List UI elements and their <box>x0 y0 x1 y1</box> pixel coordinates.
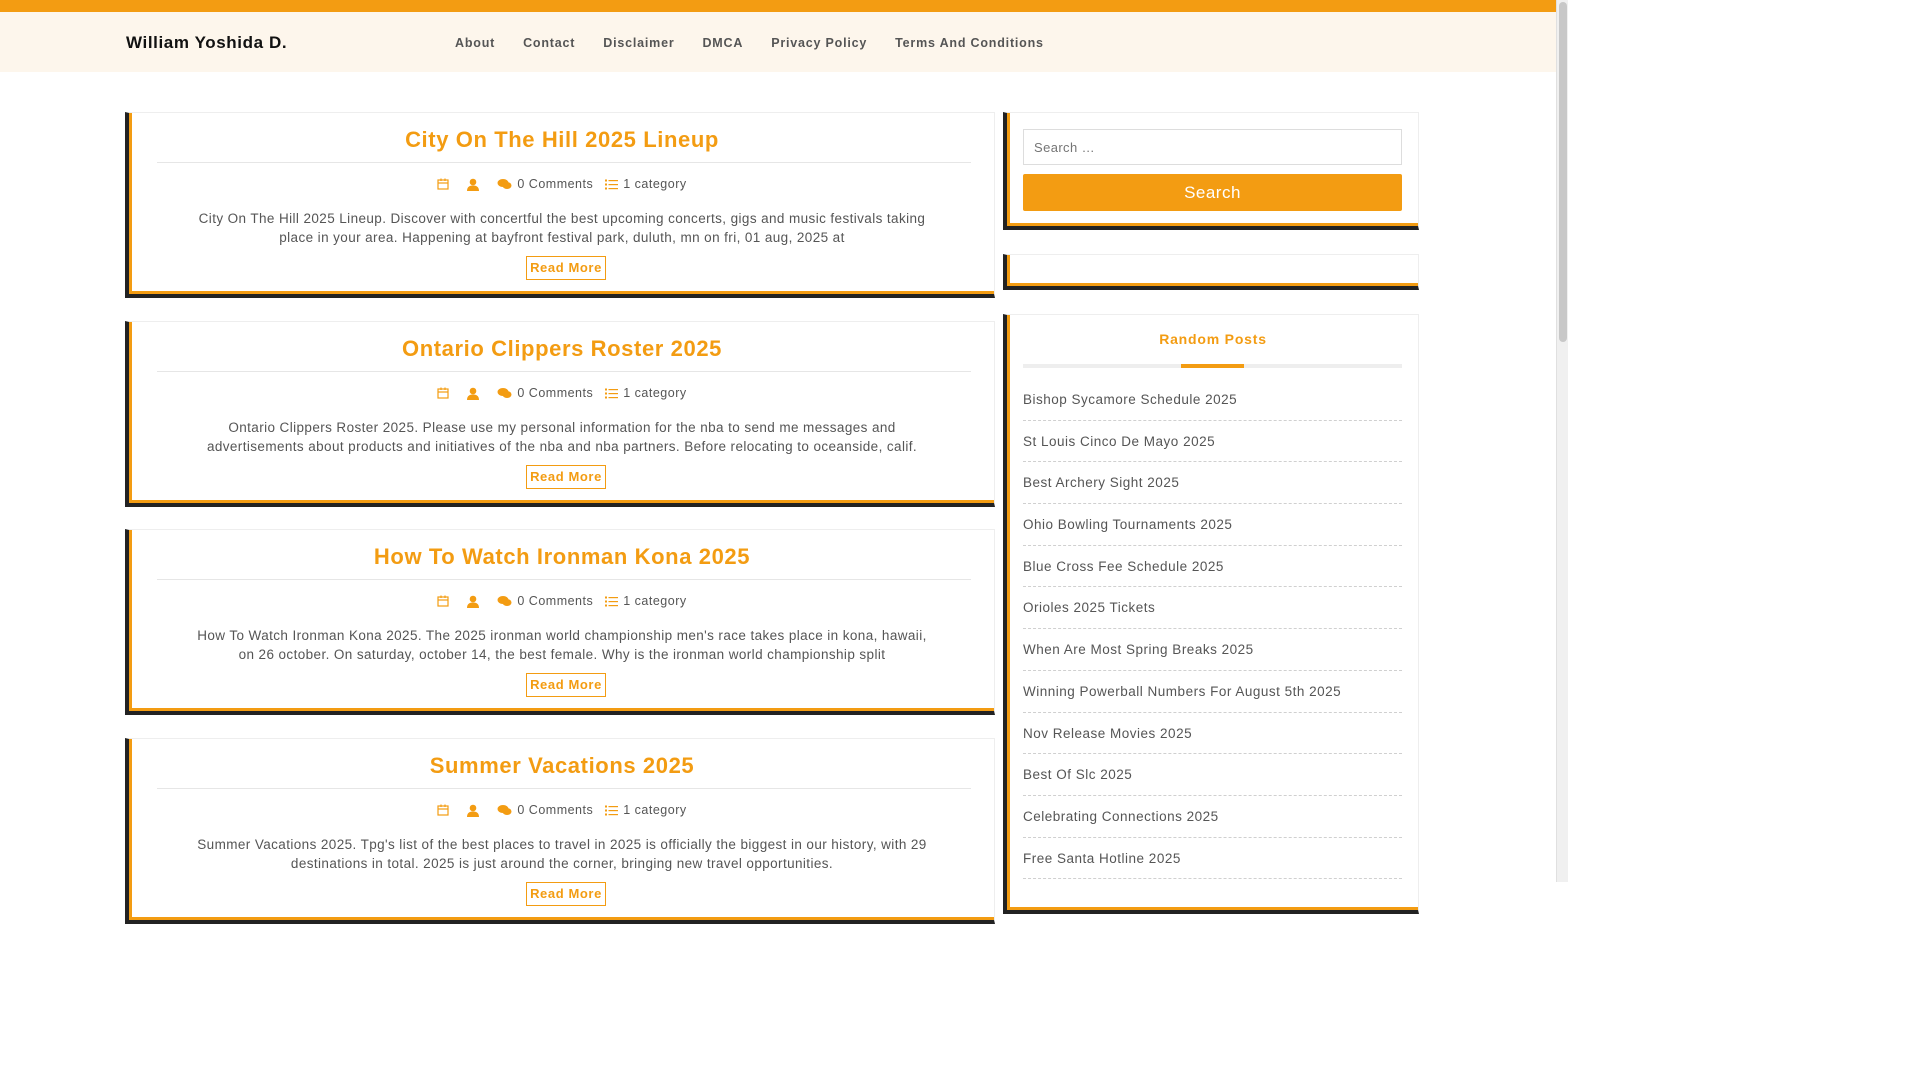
list-icon <box>605 596 619 606</box>
random-post-link[interactable]: Bishop Sycamore Schedule 2025 <box>1023 379 1402 421</box>
random-post-link[interactable]: Best Of Slc 2025 <box>1023 754 1402 796</box>
post-title[interactable]: How To Watch Ironman Kona 2025 <box>129 544 995 570</box>
random-posts-widget: Random Posts Bishop Sycamore Schedule 20… <box>1003 314 1419 914</box>
category-label: 1 category <box>623 386 687 400</box>
post-meta: 0 Comments 1 category <box>129 386 995 400</box>
list-icon <box>605 179 619 189</box>
post-author[interactable] <box>466 178 485 191</box>
list-icon <box>605 388 619 398</box>
comments-icon <box>497 596 512 606</box>
comments-icon <box>497 388 512 398</box>
nav-dmca[interactable]: DMCA <box>702 34 743 52</box>
random-post-link[interactable]: St Louis Cinco De Mayo 2025 <box>1023 421 1402 463</box>
random-post-link[interactable]: Orioles 2025 Tickets <box>1023 587 1402 630</box>
random-post-link[interactable]: Blue Cross Fee Schedule 2025 <box>1023 546 1402 588</box>
post-excerpt: Summer Vacations 2025. Tpg's list of the… <box>197 837 927 871</box>
comments-count: 0 Comments <box>517 386 594 400</box>
read-more-button[interactable]: Read More <box>526 882 606 906</box>
user-icon <box>467 804 480 817</box>
post-excerpt: City On The Hill 2025 Lineup. Discover w… <box>198 211 926 245</box>
read-more-button[interactable]: Read More <box>526 256 606 280</box>
read-more-button[interactable]: Read More <box>526 465 606 489</box>
random-post-link[interactable]: Nov Release Movies 2025 <box>1023 713 1402 755</box>
post-date[interactable] <box>437 178 454 190</box>
calendar-icon <box>437 178 449 190</box>
search-input[interactable] <box>1023 129 1402 165</box>
random-post-link[interactable]: Free Santa Hotline 2025 <box>1023 838 1402 880</box>
post-author[interactable] <box>466 387 485 400</box>
empty-widget <box>1003 254 1419 290</box>
post-meta: 0 Comments 1 category <box>129 177 995 191</box>
post-title[interactable]: Ontario Clippers Roster 2025 <box>129 336 995 362</box>
category-label: 1 category <box>623 803 687 817</box>
calendar-icon <box>437 387 449 399</box>
divider <box>157 371 971 372</box>
post-category[interactable]: 1 category <box>605 386 686 400</box>
post-card: Summer Vacations 2025 0 Comments 1 categ… <box>125 738 995 924</box>
post-card: Ontario Clippers Roster 2025 0 Comments … <box>125 321 995 507</box>
post-comments[interactable]: 0 Comments <box>497 803 593 817</box>
post-card: City On The Hill 2025 Lineup 0 Comments … <box>125 112 995 298</box>
comments-icon <box>497 179 512 189</box>
nav-about[interactable]: About <box>455 34 495 52</box>
post-comments[interactable]: 0 Comments <box>497 177 593 191</box>
post-author[interactable] <box>466 595 485 608</box>
random-post-link[interactable]: When Are Most Spring Breaks 2025 <box>1023 629 1402 671</box>
post-category[interactable]: 1 category <box>605 594 686 608</box>
post-card: How To Watch Ironman Kona 2025 0 Comment… <box>125 529 995 715</box>
site-header: William Yoshida D. About Contact Disclai… <box>0 12 1556 72</box>
nav-disclaimer[interactable]: Disclaimer <box>603 34 674 52</box>
calendar-icon <box>437 804 449 816</box>
post-author[interactable] <box>466 804 485 817</box>
divider <box>157 579 971 580</box>
nav-terms-and-conditions[interactable]: Terms And Conditions <box>895 34 1044 52</box>
nav-contact[interactable]: Contact <box>523 34 575 52</box>
widget-title: Random Posts <box>1159 331 1267 347</box>
search-widget: Search <box>1003 112 1419 230</box>
comments-count: 0 Comments <box>517 177 594 191</box>
main-nav: About Contact Disclaimer DMCA Privacy Po… <box>455 34 1072 52</box>
post-meta: 0 Comments 1 category <box>129 803 995 817</box>
category-label: 1 category <box>623 594 687 608</box>
title-underline-accent <box>1181 364 1244 368</box>
random-post-link[interactable]: Ohio Bowling Tournaments 2025 <box>1023 504 1402 546</box>
list-icon <box>605 805 619 815</box>
scrollbar-thumb[interactable] <box>1559 2 1567 342</box>
user-icon <box>467 595 480 608</box>
user-icon <box>467 387 480 400</box>
random-post-link[interactable]: Best Archery Sight 2025 <box>1023 462 1402 505</box>
random-post-link[interactable]: Celebrating Connections 2025 <box>1023 796 1402 838</box>
nav-privacy-policy[interactable]: Privacy Policy <box>771 34 867 52</box>
random-post-link[interactable]: Winning Powerball Numbers For August 5th… <box>1023 671 1402 713</box>
post-date[interactable] <box>437 387 454 399</box>
post-meta: 0 Comments 1 category <box>129 594 995 608</box>
comments-count: 0 Comments <box>517 803 594 817</box>
comments-count: 0 Comments <box>517 594 594 608</box>
post-comments[interactable]: 0 Comments <box>497 386 593 400</box>
post-category[interactable]: 1 category <box>605 803 686 817</box>
comments-icon <box>497 805 512 815</box>
post-title[interactable]: Summer Vacations 2025 <box>129 753 995 779</box>
post-comments[interactable]: 0 Comments <box>497 594 593 608</box>
calendar-icon <box>437 595 449 607</box>
post-category[interactable]: 1 category <box>605 177 686 191</box>
post-excerpt: How To Watch Ironman Kona 2025. The 2025… <box>197 628 927 662</box>
category-label: 1 category <box>623 177 687 191</box>
divider <box>157 162 971 163</box>
random-posts-list: Bishop Sycamore Schedule 2025 St Louis C… <box>1023 379 1402 880</box>
post-date[interactable] <box>437 595 454 607</box>
page-scrollbar[interactable] <box>1556 0 1568 882</box>
post-date[interactable] <box>437 804 454 816</box>
user-icon <box>467 178 480 191</box>
post-title[interactable]: City On The Hill 2025 Lineup <box>129 127 995 153</box>
top-accent-strip <box>0 0 1556 12</box>
post-excerpt: Ontario Clippers Roster 2025. Please use… <box>206 420 918 454</box>
divider <box>157 788 971 789</box>
read-more-button[interactable]: Read More <box>526 673 606 697</box>
search-button[interactable]: Search <box>1023 174 1402 211</box>
site-title[interactable]: William Yoshida D. <box>126 33 287 53</box>
